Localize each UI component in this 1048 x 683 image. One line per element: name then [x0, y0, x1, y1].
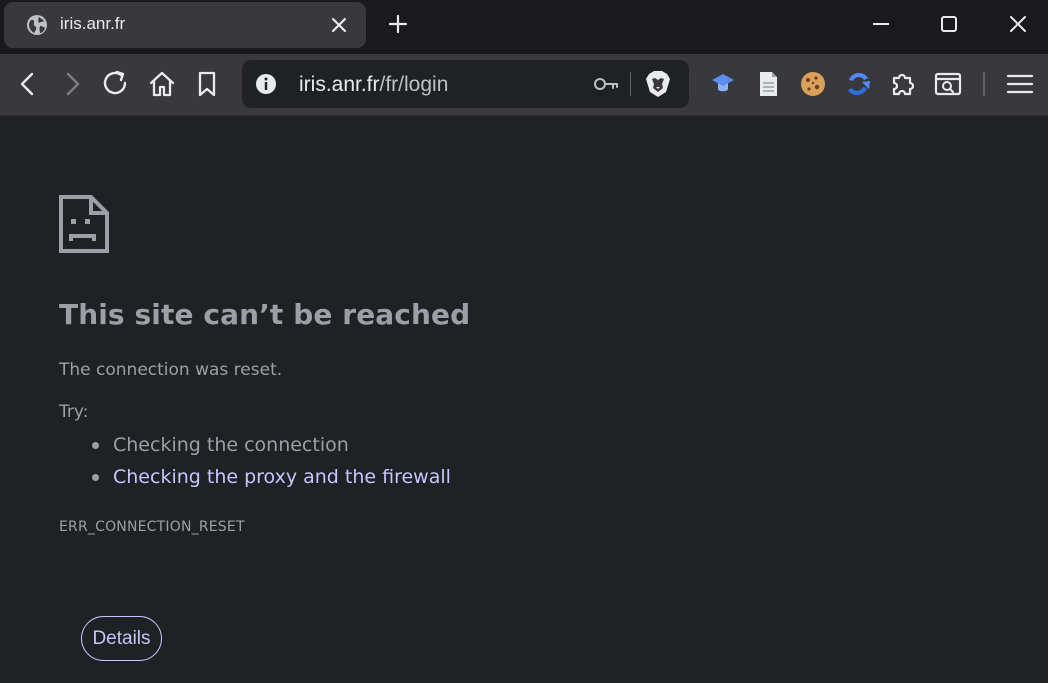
suggestion-check-connection: Checking the connection	[59, 432, 451, 464]
error-code: ERR_CONNECTION_RESET	[59, 519, 245, 535]
error-message: The connection was reset.	[59, 360, 283, 380]
minimize-icon[interactable]	[869, 12, 893, 36]
bookmark-icon[interactable]	[192, 69, 222, 99]
close-window-icon[interactable]	[1006, 12, 1030, 36]
site-info-icon[interactable]	[254, 72, 278, 96]
tab-title: iris.anr.fr	[60, 14, 126, 33]
new-tab-icon[interactable]	[386, 12, 410, 36]
cookie-extension-icon[interactable]	[798, 69, 828, 99]
ublock-extension-icon[interactable]	[708, 69, 738, 99]
maximize-icon[interactable]	[937, 12, 961, 36]
url-host: iris.anr.fr	[299, 73, 380, 96]
reload-icon[interactable]	[101, 69, 131, 99]
home-icon[interactable]	[147, 69, 177, 99]
url-text[interactable]: iris.anr.fr/fr/login	[299, 73, 448, 97]
extensions-puzzle-icon[interactable]	[888, 69, 918, 99]
sad-file-icon	[59, 195, 109, 253]
url-path: /fr/login	[379, 73, 449, 96]
sync-extension-icon[interactable]	[843, 69, 873, 99]
address-bar[interactable]: iris.anr.fr/fr/login	[242, 60, 689, 108]
back-icon[interactable]	[13, 69, 43, 99]
brave-shield-icon[interactable]	[645, 70, 671, 98]
browser-toolbar: iris.anr.fr/fr/login	[0, 54, 1048, 116]
page-extension-icon[interactable]	[753, 69, 783, 99]
tab-strip: iris.anr.fr	[0, 0, 1048, 54]
try-label: Try:	[59, 402, 89, 422]
forward-icon[interactable]	[57, 69, 87, 99]
toolbar-divider	[983, 72, 985, 96]
omnibox-divider	[630, 72, 631, 96]
close-tab-icon[interactable]	[330, 16, 348, 34]
suggestion-list: Checking the connection Checking the pro…	[59, 432, 451, 496]
globe-icon	[27, 15, 47, 35]
error-heading: This site can’t be reached	[59, 298, 471, 331]
password-key-icon[interactable]	[592, 72, 620, 96]
tab-active[interactable]: iris.anr.fr	[4, 2, 366, 48]
details-button[interactable]: Details	[81, 616, 162, 661]
reading-list-icon[interactable]	[933, 69, 963, 99]
menu-icon[interactable]	[1005, 69, 1035, 99]
suggestion-check-proxy-link[interactable]: Checking the proxy and the firewall	[59, 464, 451, 496]
